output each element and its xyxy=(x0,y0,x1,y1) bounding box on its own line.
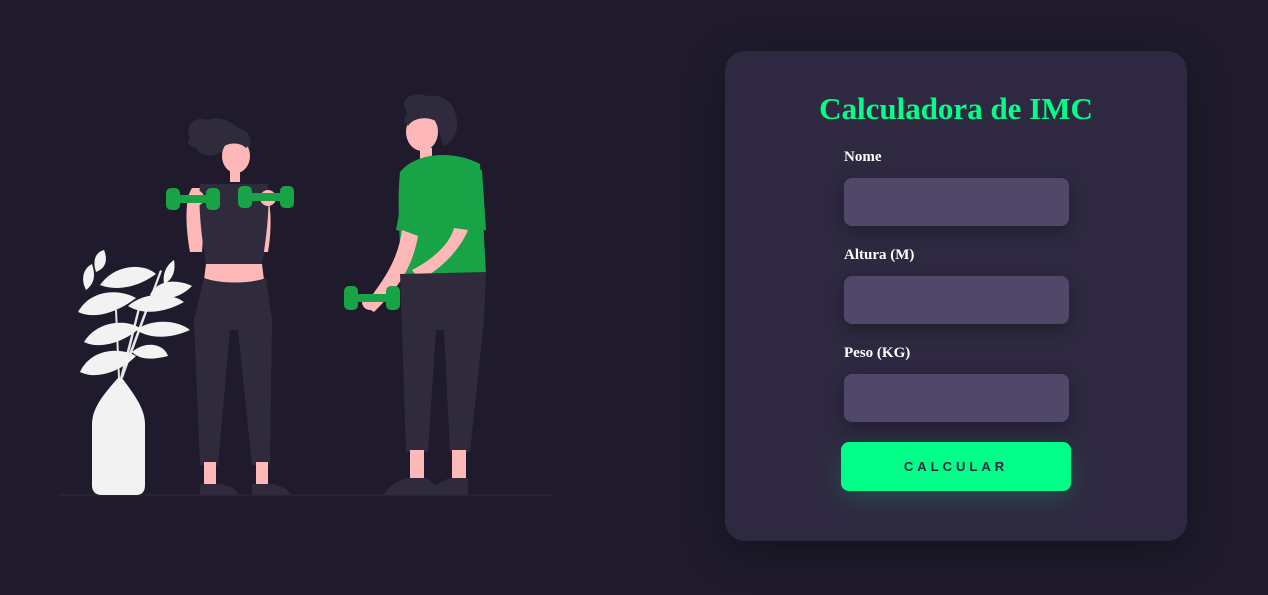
name-input[interactable] xyxy=(844,178,1069,226)
man-figure xyxy=(344,94,486,495)
fitness-people-illustration xyxy=(58,94,552,496)
name-label: Nome xyxy=(844,149,882,165)
height-input[interactable] xyxy=(844,276,1069,324)
calculate-button[interactable]: CALCULAR xyxy=(841,442,1071,491)
woman-figure xyxy=(166,118,294,495)
form-title: Calculadora de IMC xyxy=(819,91,1093,126)
imc-form-card: Calculadora de IMC Nome Altura (M) Peso … xyxy=(725,51,1187,541)
weight-label: Peso (KG) xyxy=(844,345,911,361)
plant xyxy=(78,250,192,495)
weight-input[interactable] xyxy=(844,374,1069,422)
page: Calculadora de IMC Nome Altura (M) Peso … xyxy=(0,0,1268,595)
height-label: Altura (M) xyxy=(844,247,915,263)
